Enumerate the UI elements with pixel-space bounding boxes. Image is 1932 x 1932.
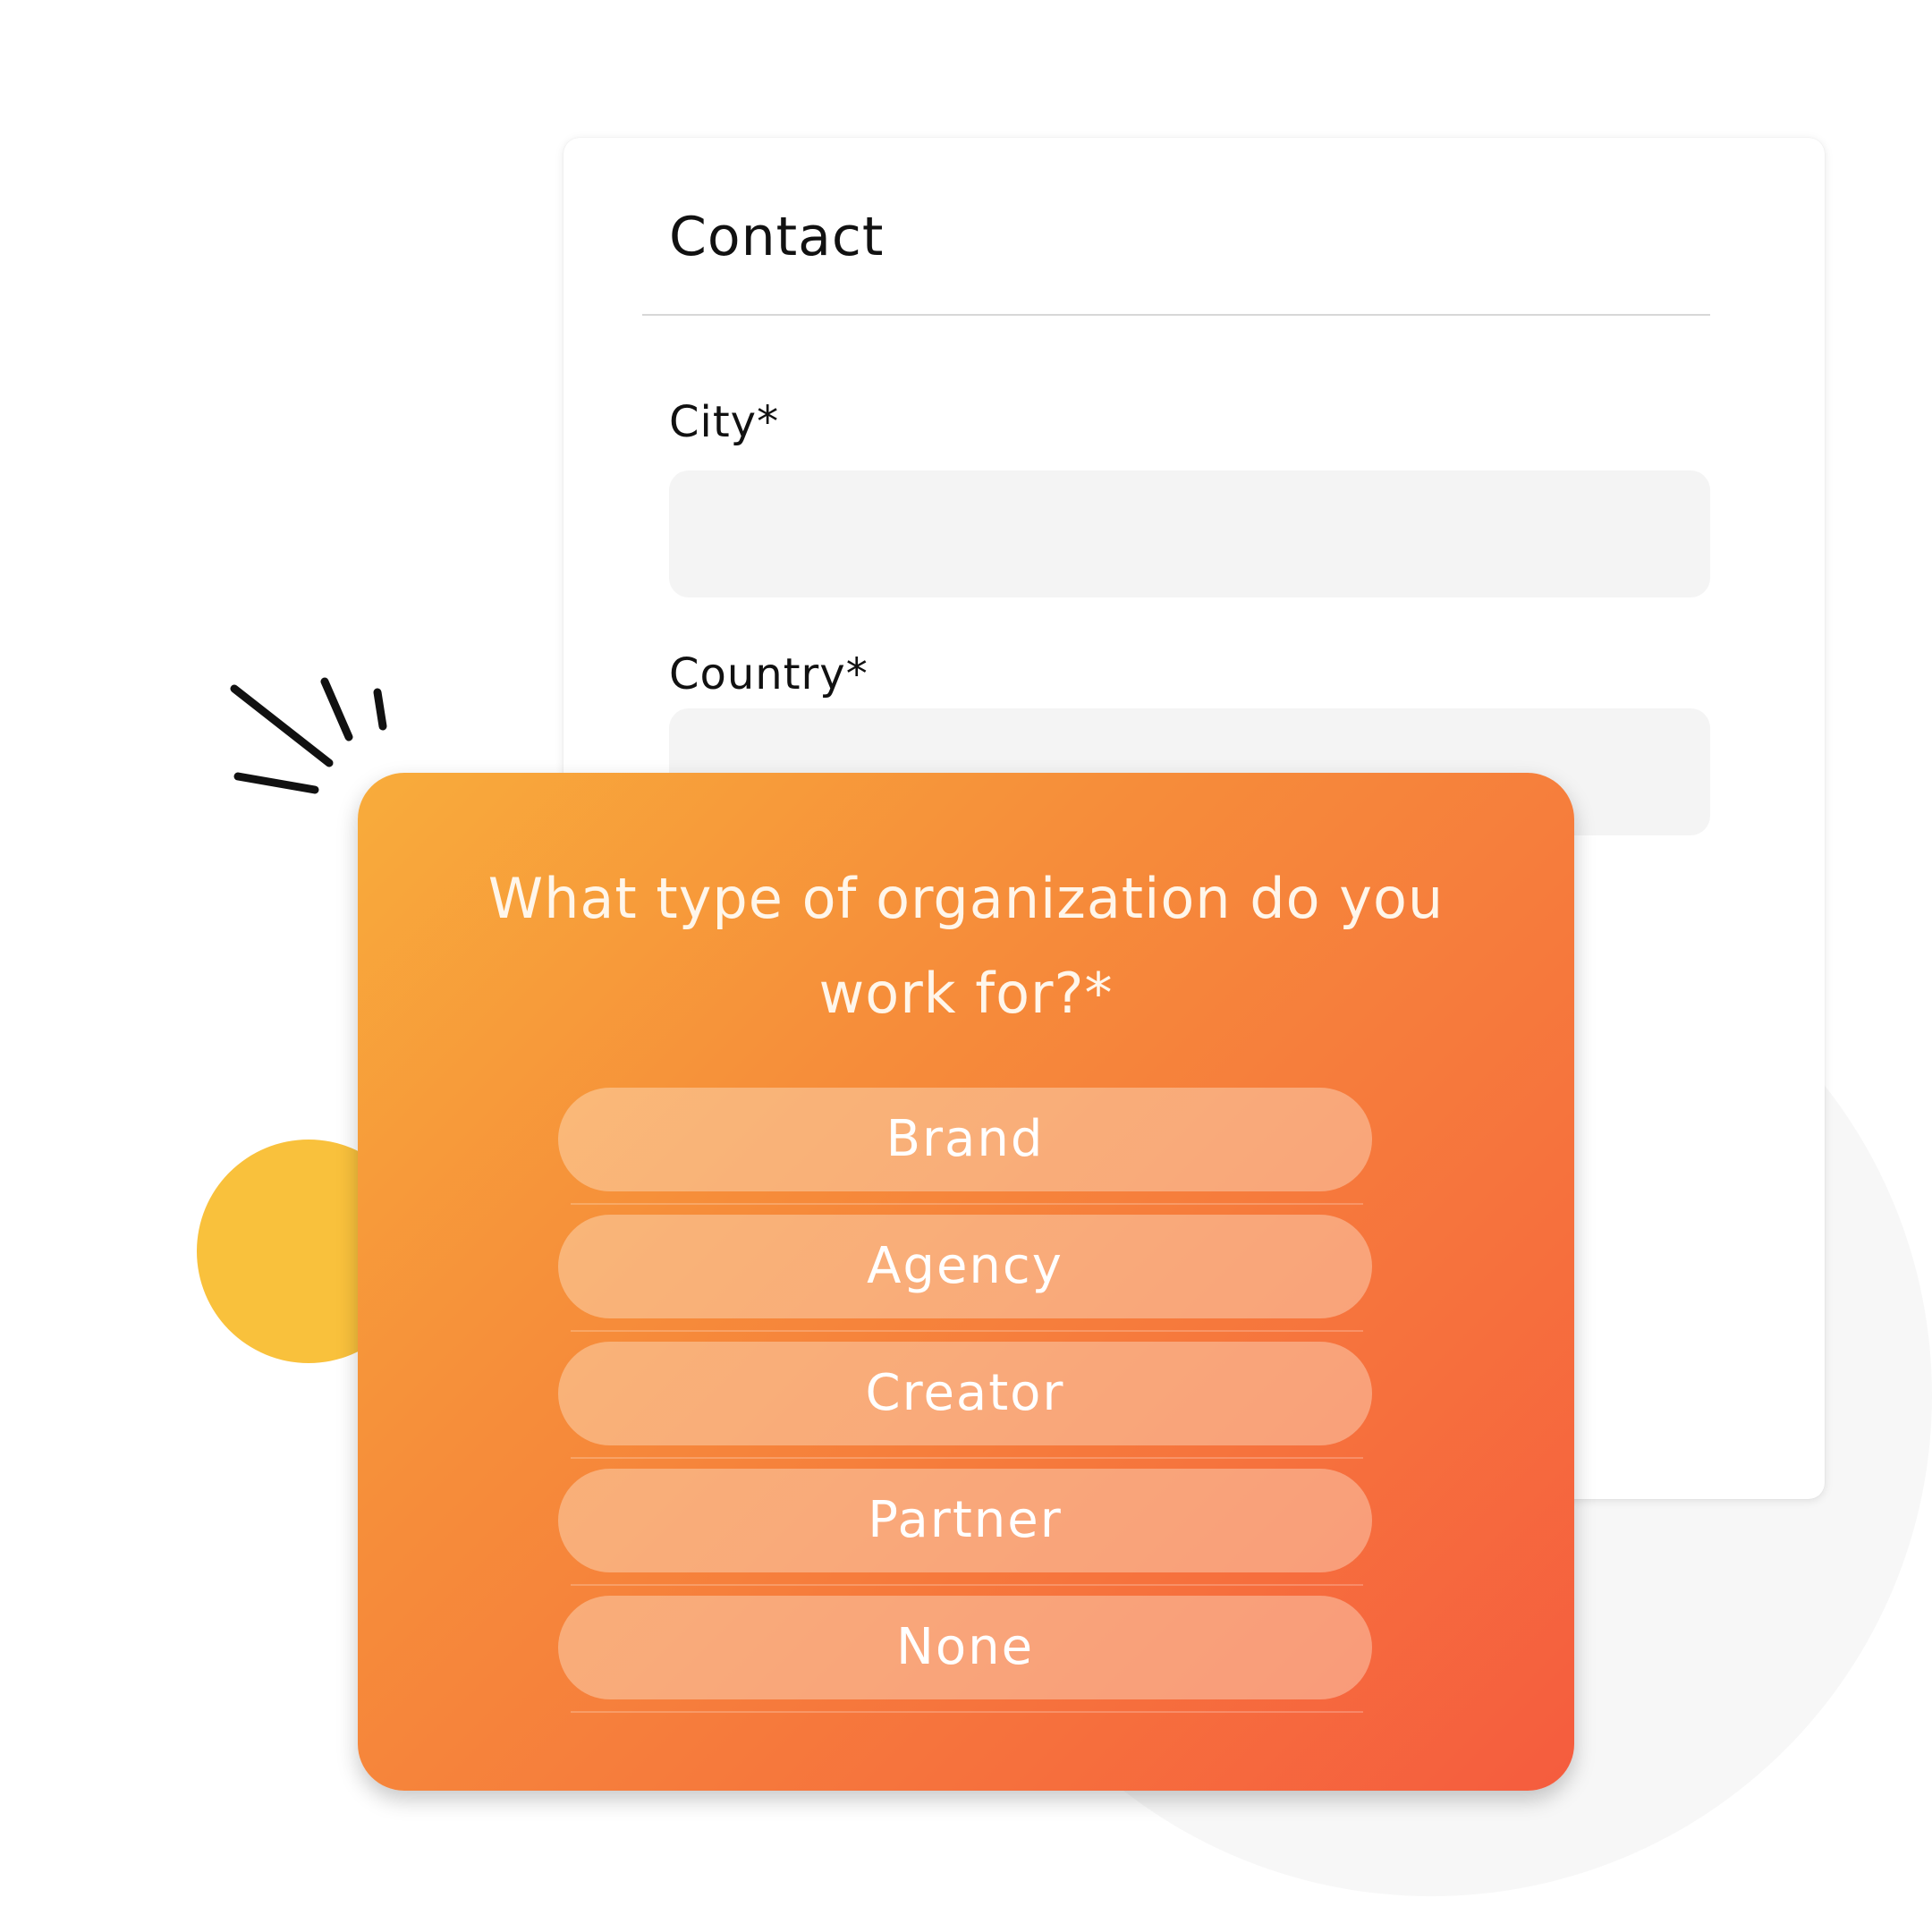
option-partner-button[interactable]: Partner <box>558 1469 1372 1572</box>
city-label: City* <box>669 397 780 447</box>
option-divider <box>571 1457 1363 1459</box>
city-input[interactable] <box>669 470 1710 597</box>
option-divider <box>571 1203 1363 1205</box>
option-divider <box>571 1330 1363 1332</box>
list-item: Creator <box>558 1342 1372 1469</box>
option-creator-button[interactable]: Creator <box>558 1342 1372 1445</box>
list-item: Brand <box>558 1088 1372 1215</box>
option-agency-button[interactable]: Agency <box>558 1215 1372 1318</box>
option-list: Brand Agency Creator Partner None <box>558 1088 1372 1723</box>
contact-title: Contact <box>669 206 885 268</box>
option-divider <box>571 1584 1363 1586</box>
option-divider <box>571 1711 1363 1713</box>
list-item: Partner <box>558 1469 1372 1596</box>
question-title: What type of organization do you work fo… <box>487 866 1445 1026</box>
organization-question-card: What type of organization do you work fo… <box>358 773 1574 1791</box>
contact-divider <box>642 314 1710 316</box>
list-item: None <box>558 1596 1372 1723</box>
list-item: Agency <box>558 1215 1372 1342</box>
option-none-button[interactable]: None <box>558 1596 1372 1699</box>
country-label: Country* <box>669 649 869 699</box>
option-brand-button[interactable]: Brand <box>558 1088 1372 1191</box>
